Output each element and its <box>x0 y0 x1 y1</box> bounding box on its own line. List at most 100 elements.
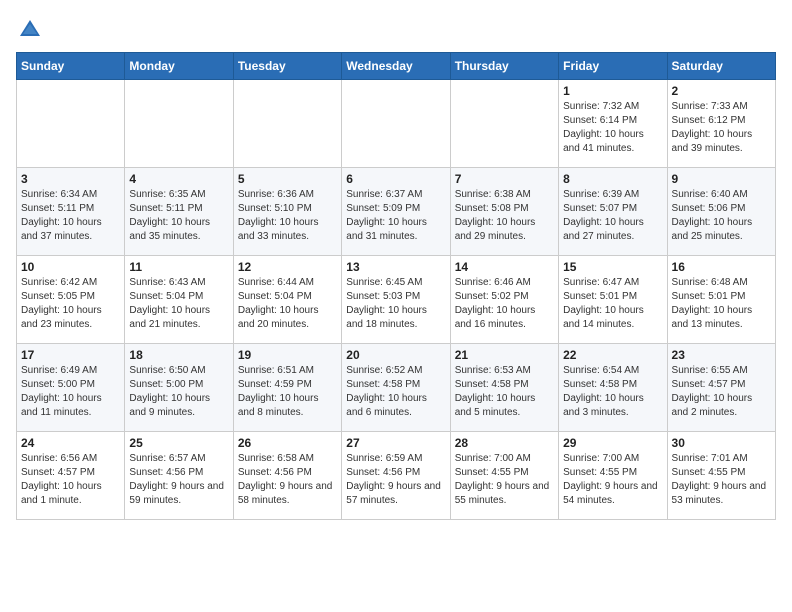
sunrise: Sunrise: 6:39 AM <box>563 189 639 200</box>
day-number: 21 <box>455 348 554 362</box>
daylight: Daylight: 10 hours and 2 minutes. <box>672 393 753 418</box>
calendar-week-row: 24 Sunrise: 6:56 AM Sunset: 4:57 PM Dayl… <box>17 432 776 520</box>
weekday-header: Thursday <box>450 53 558 80</box>
sunrise: Sunrise: 6:45 AM <box>346 277 422 288</box>
sunset: Sunset: 5:01 PM <box>563 291 637 302</box>
sunrise: Sunrise: 6:53 AM <box>455 365 531 376</box>
calendar-day-cell: 24 Sunrise: 6:56 AM Sunset: 4:57 PM Dayl… <box>17 432 125 520</box>
calendar-day-cell: 25 Sunrise: 6:57 AM Sunset: 4:56 PM Dayl… <box>125 432 233 520</box>
calendar-day-cell: 27 Sunrise: 6:59 AM Sunset: 4:56 PM Dayl… <box>342 432 450 520</box>
sunset: Sunset: 4:56 PM <box>129 467 203 478</box>
sunrise: Sunrise: 6:57 AM <box>129 453 205 464</box>
daylight: Daylight: 10 hours and 21 minutes. <box>129 305 210 330</box>
calendar-day-cell: 8 Sunrise: 6:39 AM Sunset: 5:07 PM Dayli… <box>559 168 667 256</box>
calendar-day-cell <box>450 80 558 168</box>
sunset: Sunset: 4:55 PM <box>563 467 637 478</box>
sunset: Sunset: 6:14 PM <box>563 115 637 126</box>
calendar-week-row: 17 Sunrise: 6:49 AM Sunset: 5:00 PM Dayl… <box>17 344 776 432</box>
sunrise: Sunrise: 6:38 AM <box>455 189 531 200</box>
sunset: Sunset: 5:05 PM <box>21 291 95 302</box>
day-info: Sunrise: 6:56 AM Sunset: 4:57 PM Dayligh… <box>21 452 120 508</box>
day-number: 26 <box>238 436 337 450</box>
day-number: 9 <box>672 172 771 186</box>
calendar-day-cell: 18 Sunrise: 6:50 AM Sunset: 5:00 PM Dayl… <box>125 344 233 432</box>
day-number: 12 <box>238 260 337 274</box>
day-info: Sunrise: 6:57 AM Sunset: 4:56 PM Dayligh… <box>129 452 228 508</box>
calendar-day-cell: 20 Sunrise: 6:52 AM Sunset: 4:58 PM Dayl… <box>342 344 450 432</box>
sunset: Sunset: 5:02 PM <box>455 291 529 302</box>
sunrise: Sunrise: 6:54 AM <box>563 365 639 376</box>
sunrise: Sunrise: 7:00 AM <box>563 453 639 464</box>
sunrise: Sunrise: 6:46 AM <box>455 277 531 288</box>
sunset: Sunset: 5:09 PM <box>346 203 420 214</box>
day-number: 6 <box>346 172 445 186</box>
calendar-day-cell: 19 Sunrise: 6:51 AM Sunset: 4:59 PM Dayl… <box>233 344 341 432</box>
calendar-table: SundayMondayTuesdayWednesdayThursdayFrid… <box>16 52 776 520</box>
sunset: Sunset: 5:10 PM <box>238 203 312 214</box>
calendar-week-row: 1 Sunrise: 7:32 AM Sunset: 6:14 PM Dayli… <box>17 80 776 168</box>
daylight: Daylight: 10 hours and 20 minutes. <box>238 305 319 330</box>
sunset: Sunset: 4:58 PM <box>346 379 420 390</box>
calendar-day-cell: 4 Sunrise: 6:35 AM Sunset: 5:11 PM Dayli… <box>125 168 233 256</box>
day-info: Sunrise: 6:58 AM Sunset: 4:56 PM Dayligh… <box>238 452 337 508</box>
calendar-day-cell: 13 Sunrise: 6:45 AM Sunset: 5:03 PM Dayl… <box>342 256 450 344</box>
day-info: Sunrise: 7:32 AM Sunset: 6:14 PM Dayligh… <box>563 100 662 156</box>
daylight: Daylight: 10 hours and 9 minutes. <box>129 393 210 418</box>
day-info: Sunrise: 6:37 AM Sunset: 5:09 PM Dayligh… <box>346 188 445 244</box>
calendar-day-cell: 30 Sunrise: 7:01 AM Sunset: 4:55 PM Dayl… <box>667 432 775 520</box>
calendar-day-cell: 15 Sunrise: 6:47 AM Sunset: 5:01 PM Dayl… <box>559 256 667 344</box>
day-number: 28 <box>455 436 554 450</box>
daylight: Daylight: 10 hours and 1 minute. <box>21 481 102 506</box>
calendar-day-cell: 5 Sunrise: 6:36 AM Sunset: 5:10 PM Dayli… <box>233 168 341 256</box>
sunset: Sunset: 5:00 PM <box>21 379 95 390</box>
day-info: Sunrise: 6:50 AM Sunset: 5:00 PM Dayligh… <box>129 364 228 420</box>
sunrise: Sunrise: 6:51 AM <box>238 365 314 376</box>
daylight: Daylight: 10 hours and 23 minutes. <box>21 305 102 330</box>
daylight: Daylight: 9 hours and 53 minutes. <box>672 481 767 506</box>
day-number: 8 <box>563 172 662 186</box>
day-info: Sunrise: 6:44 AM Sunset: 5:04 PM Dayligh… <box>238 276 337 332</box>
weekday-header: Wednesday <box>342 53 450 80</box>
day-number: 27 <box>346 436 445 450</box>
day-number: 14 <box>455 260 554 274</box>
sunrise: Sunrise: 6:47 AM <box>563 277 639 288</box>
calendar-day-cell: 17 Sunrise: 6:49 AM Sunset: 5:00 PM Dayl… <box>17 344 125 432</box>
sunset: Sunset: 4:58 PM <box>455 379 529 390</box>
calendar-day-cell: 29 Sunrise: 7:00 AM Sunset: 4:55 PM Dayl… <box>559 432 667 520</box>
daylight: Daylight: 10 hours and 39 minutes. <box>672 129 753 154</box>
daylight: Daylight: 10 hours and 25 minutes. <box>672 217 753 242</box>
day-info: Sunrise: 6:39 AM Sunset: 5:07 PM Dayligh… <box>563 188 662 244</box>
sunrise: Sunrise: 6:56 AM <box>21 453 97 464</box>
day-number: 18 <box>129 348 228 362</box>
day-number: 20 <box>346 348 445 362</box>
sunset: Sunset: 5:00 PM <box>129 379 203 390</box>
daylight: Daylight: 10 hours and 3 minutes. <box>563 393 644 418</box>
sunset: Sunset: 5:01 PM <box>672 291 746 302</box>
day-info: Sunrise: 6:52 AM Sunset: 4:58 PM Dayligh… <box>346 364 445 420</box>
day-info: Sunrise: 7:00 AM Sunset: 4:55 PM Dayligh… <box>563 452 662 508</box>
daylight: Daylight: 10 hours and 33 minutes. <box>238 217 319 242</box>
calendar-day-cell: 12 Sunrise: 6:44 AM Sunset: 5:04 PM Dayl… <box>233 256 341 344</box>
day-info: Sunrise: 6:45 AM Sunset: 5:03 PM Dayligh… <box>346 276 445 332</box>
day-info: Sunrise: 7:01 AM Sunset: 4:55 PM Dayligh… <box>672 452 771 508</box>
sunrise: Sunrise: 7:00 AM <box>455 453 531 464</box>
day-info: Sunrise: 6:53 AM Sunset: 4:58 PM Dayligh… <box>455 364 554 420</box>
sunset: Sunset: 4:56 PM <box>238 467 312 478</box>
sunrise: Sunrise: 6:40 AM <box>672 189 748 200</box>
sunrise: Sunrise: 6:49 AM <box>21 365 97 376</box>
sunrise: Sunrise: 6:50 AM <box>129 365 205 376</box>
calendar-day-cell: 6 Sunrise: 6:37 AM Sunset: 5:09 PM Dayli… <box>342 168 450 256</box>
daylight: Daylight: 10 hours and 13 minutes. <box>672 305 753 330</box>
calendar-week-row: 3 Sunrise: 6:34 AM Sunset: 5:11 PM Dayli… <box>17 168 776 256</box>
day-number: 19 <box>238 348 337 362</box>
day-info: Sunrise: 6:59 AM Sunset: 4:56 PM Dayligh… <box>346 452 445 508</box>
calendar-day-cell: 11 Sunrise: 6:43 AM Sunset: 5:04 PM Dayl… <box>125 256 233 344</box>
day-info: Sunrise: 6:40 AM Sunset: 5:06 PM Dayligh… <box>672 188 771 244</box>
day-number: 23 <box>672 348 771 362</box>
day-number: 30 <box>672 436 771 450</box>
calendar-day-cell: 2 Sunrise: 7:33 AM Sunset: 6:12 PM Dayli… <box>667 80 775 168</box>
sunrise: Sunrise: 6:43 AM <box>129 277 205 288</box>
calendar-day-cell <box>233 80 341 168</box>
day-number: 25 <box>129 436 228 450</box>
day-info: Sunrise: 6:49 AM Sunset: 5:00 PM Dayligh… <box>21 364 120 420</box>
